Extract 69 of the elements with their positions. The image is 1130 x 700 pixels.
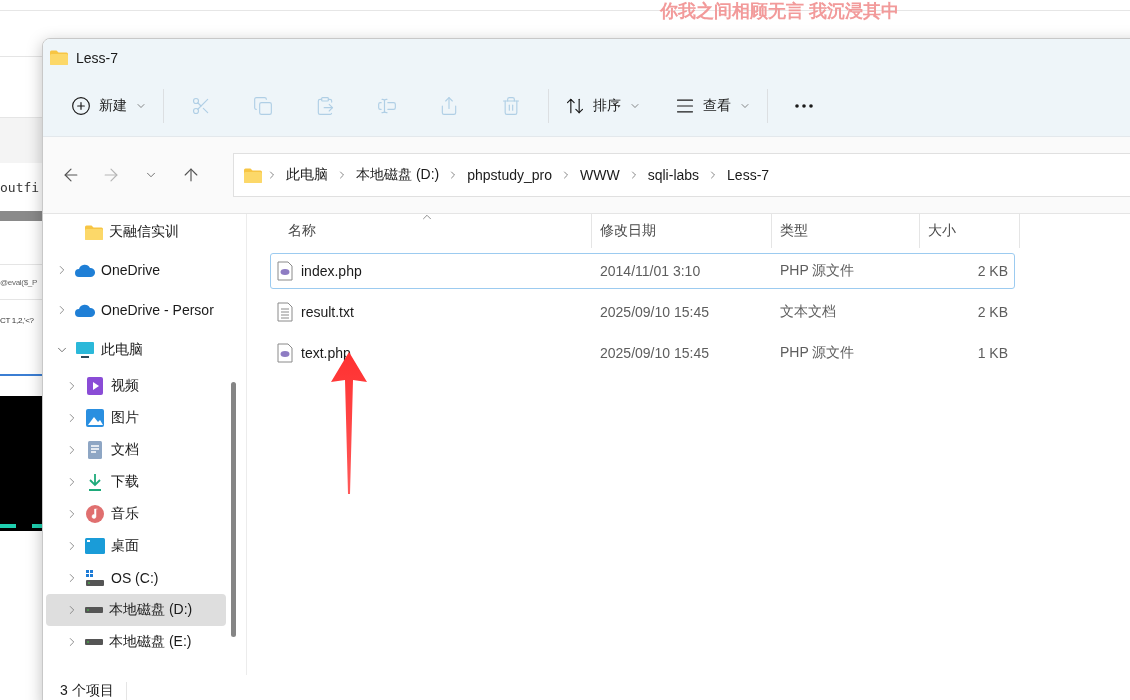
column-header[interactable]: 名称 [288,222,316,240]
size-cell-text: 2 KB [976,304,1009,320]
breadcrumb-item[interactable]: sqli-labs [643,167,704,183]
address-bar[interactable]: 此电脑 本地磁盘 (D:) phpstudy_pro WWW sqli-labs Less-7 [233,153,1130,197]
desktop-icon [85,537,105,555]
cloud-icon [75,303,95,317]
breadcrumb-item[interactable]: 此电脑 [282,166,332,184]
nav-item[interactable]: OneDrive - Persor [46,290,226,330]
nav-item[interactable]: 本地磁盘 (D:) [46,594,226,626]
breadcrumb-item[interactable]: 本地磁盘 (D:) [352,166,444,184]
folder-icon [50,50,68,65]
date-cell-text: 2014/11/01 3:10 [599,263,702,279]
window-title: Less-7 [76,49,119,66]
drive-icon [85,639,103,645]
breadcrumb-item[interactable]: Less-7 [723,167,774,183]
picture-icon [85,409,105,427]
type-cell-text: 文本文档 [779,303,837,321]
sort-button[interactable]: 排序 [555,86,651,126]
type-cell-text: PHP 源文件 [779,344,856,362]
nav-item[interactable]: 音乐 [46,498,226,530]
folder-icon [244,167,262,183]
nav-item[interactable]: 视频 [46,370,226,402]
column-header[interactable]: 大小 [928,222,956,240]
sort-icon [565,96,585,116]
nav-item[interactable]: 桌面 [46,530,226,562]
drive-icon [85,607,103,613]
breadcrumb-item[interactable]: WWW [576,167,624,183]
php-file-icon [277,343,293,363]
folder-icon [85,224,103,240]
monitor-icon [75,341,95,359]
nav-item[interactable]: OneDrive [46,250,226,290]
type-cell-text: PHP 源文件 [779,262,856,280]
nav-item[interactable]: 天融信实训 [46,214,226,250]
scrollbar [0,211,42,221]
nav-item[interactable]: 本地磁盘 (E:) [46,626,226,658]
cloud-icon [75,263,95,277]
music-icon [85,505,105,523]
document-icon [85,441,105,459]
code-text: outfi [0,179,40,195]
file-name: text.php [301,345,351,361]
php-file-icon [277,261,293,281]
item-count: 3 个项目 [60,682,127,700]
scrollbar-thumb[interactable] [231,382,236,637]
size-cell-text: 2 KB [976,263,1009,279]
nav-item[interactable]: 图片 [46,402,226,434]
nav-item[interactable]: 下载 [46,466,226,498]
video-icon [85,377,105,395]
plus-icon [71,96,91,116]
file-row[interactable]: text.php 2025/09/10 15:45 PHP 源文件 1 KB [270,335,1015,371]
code-text: @eval($_P [0,277,37,287]
column-header[interactable]: 类型 [780,222,808,240]
view-button[interactable]: 查看 [665,86,761,126]
lyric-text: 你我之间相顾无言 我沉浸其中 [660,0,899,23]
drive-icon [85,570,105,586]
file-row[interactable]: index.php 2014/11/01 3:10 PHP 源文件 2 KB [270,253,1015,289]
file-row[interactable]: result.txt 2025/09/10 15:45 文本文档 2 KB [270,294,1015,330]
nav-item[interactable]: 此电脑 [46,330,226,370]
file-name: result.txt [301,304,354,320]
nav-item[interactable]: OS (C:) [46,562,226,594]
date-cell-text: 2025/09/10 15:45 [599,304,710,320]
code-text: CT 1,2,'<? [0,315,34,325]
text-file-icon [277,302,293,322]
size-cell-text: 1 KB [976,345,1009,361]
file-name: index.php [301,263,362,279]
date-cell-text: 2025/09/10 15:45 [599,345,710,361]
nav-item[interactable]: 文档 [46,434,226,466]
new-button[interactable]: 新建 [61,86,157,126]
column-header[interactable]: 修改日期 [600,222,656,240]
breadcrumb-item[interactable]: phpstudy_pro [463,167,557,183]
